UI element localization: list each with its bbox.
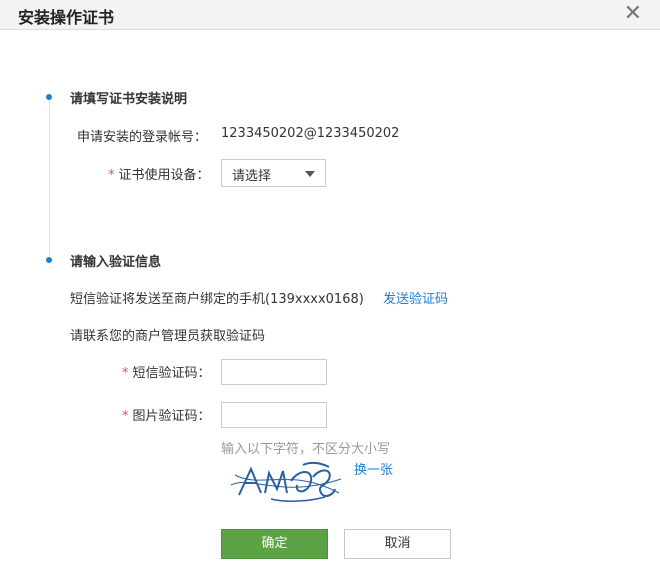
required-mark: * — [108, 168, 115, 183]
send-code-link[interactable]: 发送验证码 — [383, 288, 448, 307]
device-label-text: 证书使用设备： — [118, 168, 210, 183]
sms-notice: 短信验证将发送至商户绑定的手机(139xxxx0168) — [70, 292, 364, 307]
device-select-value: 请选择 — [232, 169, 272, 184]
device-label: * 证书使用设备： — [108, 164, 210, 183]
login-account-label: 申请安装的登录帐号： — [77, 130, 208, 145]
device-select[interactable]: 请选择 — [221, 159, 326, 187]
image-code-input[interactable] — [221, 402, 327, 428]
section-title-verification: 请输入验证信息 — [70, 255, 162, 270]
captcha-image — [221, 455, 348, 507]
login-account-value: 1233450202@1233450202 — [221, 126, 400, 141]
sms-code-label-text: 短信验证码： — [132, 366, 211, 381]
step-timeline-line — [49, 96, 50, 261]
cancel-button[interactable]: 取消 — [344, 529, 451, 559]
confirm-button[interactable]: 确定 — [221, 529, 328, 559]
refresh-captcha-link[interactable]: 换一张 — [354, 459, 393, 478]
sms-code-label: * 短信验证码： — [122, 362, 211, 381]
close-icon[interactable]: ✕ — [624, 2, 642, 26]
chevron-down-icon — [305, 171, 315, 177]
captcha-graphic — [230, 461, 342, 502]
dialog-title: 安装操作证书 — [18, 8, 115, 27]
image-code-label: * 图片验证码： — [122, 405, 211, 424]
step-dot-2 — [46, 257, 52, 263]
dialog-titlebar: 安装操作证书 ✕ — [0, 0, 660, 30]
section-title-install-info: 请填写证书安装说明 — [70, 92, 188, 107]
required-mark: * — [122, 366, 129, 381]
sms-code-input[interactable] — [221, 359, 327, 385]
image-code-label-text: 图片验证码： — [132, 409, 211, 424]
contact-note: 请联系您的商户管理员获取验证码 — [70, 329, 266, 344]
step-dot-1 — [46, 94, 52, 100]
required-mark: * — [122, 409, 129, 424]
